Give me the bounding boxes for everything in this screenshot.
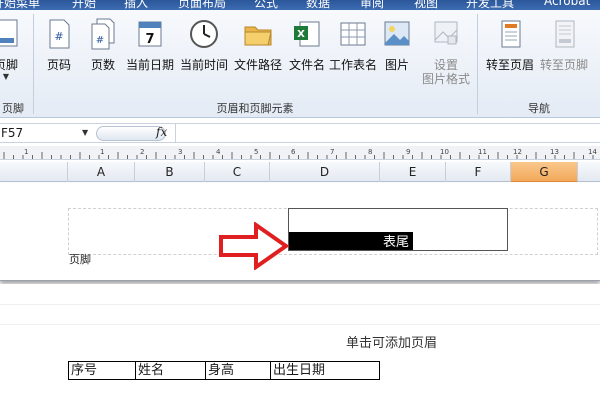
select-all-corner[interactable] [0, 162, 68, 182]
group-label-footer: 页脚 [2, 102, 24, 115]
formula-input[interactable] [175, 124, 600, 142]
page-number-icon: # [49, 19, 70, 49]
tab-acrobat[interactable]: Acrobat [544, 0, 590, 8]
group-label-navigation: 导航 [528, 102, 550, 115]
ruler-number: 14 [588, 148, 597, 156]
table-header-cell-height[interactable]: 身高 [205, 361, 270, 380]
goto-header-icon [501, 20, 521, 48]
ruler-number: 7 [330, 148, 335, 156]
page-count-button[interactable]: # 页数 [78, 18, 128, 88]
ruler-ticks [3, 152, 594, 159]
footer-text[interactable]: 表尾 [383, 231, 409, 250]
folder-icon [244, 26, 272, 46]
format-picture-icon [434, 21, 458, 45]
page-top [0, 284, 600, 400]
ruler-number: 12 [513, 148, 522, 156]
insert-function-icon[interactable]: fx [156, 125, 167, 139]
grid-line [0, 304, 600, 305]
footer-icon [0, 19, 18, 47]
ruler-number: 13 [550, 148, 559, 156]
column-header-g[interactable]: G [511, 162, 578, 182]
page-number-button[interactable]: # 页码 [34, 18, 84, 88]
group-header-footer: 页脚 ▼ 页脚 [0, 10, 32, 118]
svg-text:#: # [96, 35, 104, 46]
column-header-d[interactable]: D [270, 162, 380, 182]
ruler-number: 1 [100, 148, 105, 156]
tab-home[interactable]: 开始 [72, 0, 96, 10]
format-picture-button[interactable]: 设置 图片格式 [420, 18, 472, 88]
tab-data[interactable]: 数据 [306, 0, 330, 10]
svg-text:#: # [54, 30, 63, 43]
column-header-b[interactable]: B [135, 162, 205, 182]
svg-text:X: X [297, 29, 305, 40]
tab-developer[interactable]: 开发工具 [466, 0, 514, 10]
tab-page-layout[interactable]: 页面布局 [178, 0, 226, 10]
ruler-number: 8 [368, 148, 373, 156]
goto-footer-button[interactable]: 转至页脚 [536, 18, 592, 88]
ruler-number: 11 [478, 148, 487, 156]
ruler-number: 10 [440, 148, 449, 156]
clock-icon [190, 20, 218, 48]
tab-formulas[interactable]: 公式 [254, 0, 278, 10]
goto-header-button[interactable]: 转至页眉 [482, 18, 538, 88]
name-box-dropdown-icon[interactable]: ▼ [82, 128, 88, 137]
table-header-cell-name[interactable]: 姓名 [135, 361, 205, 380]
ruler-number: 9 [406, 148, 411, 156]
excel-file-icon: X [294, 21, 320, 47]
sheet-grid-icon [340, 22, 366, 46]
tab-view[interactable]: 视图 [414, 0, 438, 10]
chevron-down-icon: ▼ [2, 72, 10, 81]
column-header-f[interactable]: F [446, 162, 511, 182]
group-header-footer-elements: # 页码 # 页数 7 当前日期 当前时间 文件路径 X 文件名 工作表名 图片… [34, 10, 476, 118]
ruler-number: 5 [254, 148, 259, 156]
picture-button[interactable]: 图片 [374, 18, 420, 88]
ruler-number: 1 [24, 148, 29, 156]
column-headers: A B C D E F G [0, 162, 600, 182]
add-header-hint[interactable]: 单击可添加页眉 [346, 332, 437, 351]
ribbon: 页脚 ▼ 页脚 # 页码 # 页数 7 [0, 10, 600, 118]
ruler-number: 4 [216, 148, 221, 156]
ruler-number: 2 [140, 148, 145, 156]
current-date-button[interactable]: 7 当前日期 [122, 18, 178, 88]
file-path-button[interactable]: 文件路径 [230, 18, 286, 88]
tab-review[interactable]: 审阅 [360, 0, 384, 10]
formula-bar: F57 ▼ fx [0, 123, 600, 143]
column-header-c[interactable]: C [205, 162, 270, 182]
grid-line [0, 324, 600, 325]
goto-footer-icon [555, 20, 575, 48]
table-header-cell-birthdate[interactable]: 出生日期 [270, 361, 380, 380]
picture-icon [384, 21, 410, 46]
ruler-number: 3 [178, 148, 183, 156]
page-bottom: 页脚 表尾 [0, 183, 600, 281]
footer-button[interactable]: 页脚 ▼ [0, 18, 26, 88]
ruler-number: 6 [291, 148, 296, 156]
calendar-icon: 7 [138, 21, 162, 47]
red-arrow-icon [219, 222, 290, 270]
page-count-icon: # [91, 18, 115, 50]
table-header-cell-index[interactable]: 序号 [68, 361, 135, 380]
svg-text:7: 7 [145, 32, 154, 47]
tab-classic-menu[interactable]: 开始菜单 [0, 0, 40, 10]
name-box[interactable]: F57 [0, 125, 90, 142]
horizontal-ruler[interactable]: 1 1 2 3 4 5 6 7 8 9 10 11 12 13 14 [0, 146, 600, 160]
current-time-button[interactable]: 当前时间 [176, 18, 232, 88]
column-header-a[interactable]: A [68, 162, 135, 182]
footer-label: 页脚 [69, 253, 91, 266]
column-header-e[interactable]: E [380, 162, 446, 182]
ribbon-tab-bar: 开始菜单 开始 插入 页面布局 公式 数据 审阅 视图 开发工具 Acrobat [0, 0, 600, 10]
group-label-elements: 页眉和页脚元素 [216, 102, 294, 115]
group-navigation: 转至页眉 转至页脚 导航 [478, 10, 600, 118]
tab-insert[interactable]: 插入 [124, 0, 148, 10]
